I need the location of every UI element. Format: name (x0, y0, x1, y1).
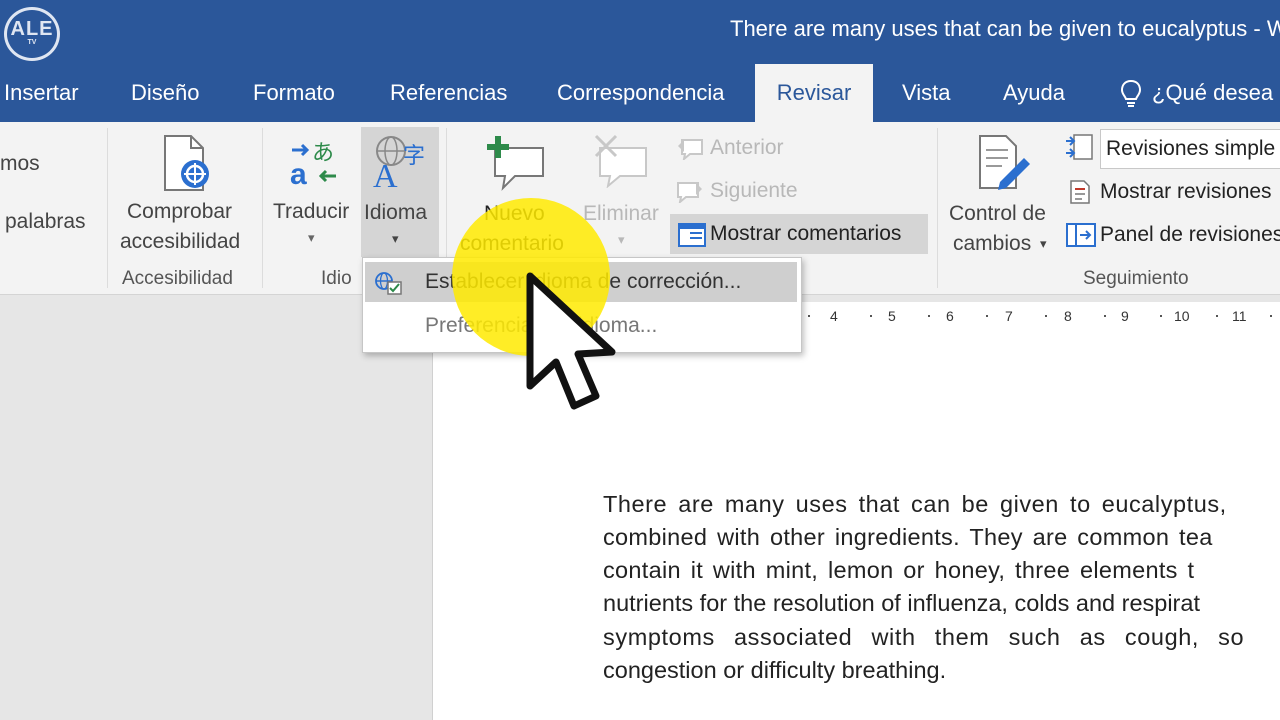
check-accessibility-label-2: accesibilidad (120, 230, 241, 253)
chevron-down-icon: ▾ (392, 231, 399, 246)
track-changes-label-1: Control de (949, 202, 1046, 225)
tab-formato[interactable]: Formato (253, 64, 335, 122)
ruler-tick: 5 (888, 308, 896, 324)
channel-logo: ALE TV (4, 7, 60, 61)
chevron-down-icon: ▾ (618, 232, 625, 247)
show-markup-button[interactable]: Mostrar revisiones (1064, 175, 1280, 211)
new-comment-icon (487, 136, 544, 191)
translate-icon: a あ (290, 141, 336, 190)
ruler-tick: 7 (1005, 308, 1013, 324)
tab-referencias[interactable]: Referencias (390, 64, 507, 122)
ruler-dot (870, 315, 872, 317)
previous-comment-button[interactable]: Anterior (674, 132, 844, 166)
ruler-tick: 6 (946, 308, 954, 324)
language-icon: A 字 (373, 136, 425, 189)
next-comment-button[interactable]: Siguiente (674, 175, 844, 209)
ruler-tick: 11 (1232, 308, 1247, 324)
mouse-pointer-icon (526, 272, 616, 410)
ruler-dot (1045, 315, 1047, 317)
revisions-display-select[interactable]: Revisiones simple (1100, 129, 1280, 169)
language-label: Idioma (364, 201, 428, 224)
svg-text:A: A (373, 158, 398, 189)
ruler-tick: 10 (1174, 308, 1190, 324)
ruler-tick: 8 (1064, 308, 1072, 324)
group-label-seguimiento: Seguimiento (1083, 268, 1189, 289)
group-divider (262, 128, 263, 288)
title-bar: ALE TV There are many uses that can be g… (0, 0, 1280, 64)
ribbon-partial-label-1[interactable]: mos (0, 152, 40, 176)
group-label-idioma: Idio (321, 268, 352, 289)
document-text-line[interactable]: nutrients for the resolution of influenz… (603, 590, 1200, 617)
svg-text:あ: あ (312, 141, 334, 166)
tab-diseno[interactable]: Diseño (131, 64, 199, 122)
display-for-review-icon (1066, 134, 1093, 160)
horizontal-ruler[interactable]: 4 5 6 7 8 9 10 11 (800, 302, 1280, 331)
tab-ayuda[interactable]: Ayuda (1003, 64, 1065, 122)
group-label-accesibilidad: Accesibilidad (122, 268, 233, 289)
show-comments-label: Mostrar comentarios (710, 222, 902, 245)
tab-revisar[interactable]: Revisar (755, 64, 873, 122)
lightbulb-icon (1120, 79, 1142, 107)
proofing-language-icon (375, 272, 402, 295)
ruler-dot (1216, 315, 1218, 317)
document-text-line[interactable]: contain it with mint, lemon or honey, th… (603, 557, 1194, 584)
show-markup-icon (1070, 180, 1090, 204)
delete-comment-label: Eliminar (583, 202, 659, 225)
svg-text:a: a (290, 158, 307, 190)
tab-insertar[interactable]: Insertar (4, 64, 79, 122)
ruler-dot (986, 315, 988, 317)
next-comment-label: Siguiente (710, 179, 798, 202)
translate-label: Traducir (273, 200, 350, 223)
group-divider (937, 128, 938, 288)
chevron-down-icon: ▾ (1040, 236, 1047, 251)
svg-text:字: 字 (403, 144, 425, 169)
delete-comment-icon (594, 134, 647, 188)
tab-vista[interactable]: Vista (902, 64, 951, 122)
accessibility-check-icon (164, 135, 209, 191)
revisions-display-value: Revisiones simple (1106, 137, 1276, 160)
show-comments-button[interactable]: Mostrar comentarios (670, 214, 928, 254)
track-changes-label-2: cambios (953, 232, 1032, 255)
ruler-dot (1160, 315, 1162, 317)
show-comments-icon (678, 223, 706, 247)
group-divider (107, 128, 108, 288)
chevron-down-icon: ▾ (308, 230, 315, 245)
reviewing-pane-label: Panel de revisiones (1100, 223, 1280, 246)
ruler-dot (1104, 315, 1106, 317)
document-text-line[interactable]: combined with other ingredients. They ar… (603, 524, 1213, 551)
check-accessibility-label-1: Comprobar (127, 200, 233, 223)
track-changes-icon (979, 135, 1030, 190)
previous-comment-icon (678, 139, 703, 160)
reviewing-pane-button[interactable]: Panel de revisiones (1064, 218, 1280, 254)
document-text-line[interactable]: There are many uses that can be given to… (603, 491, 1227, 518)
document-text-line[interactable]: congestion or difficulty breathing. (603, 657, 946, 684)
logo-text: ALE (10, 18, 54, 40)
tell-me-placeholder: ¿Qué desea h (1152, 80, 1280, 105)
document-text-line[interactable]: symptoms associated with them such as co… (603, 624, 1244, 651)
ruler-dot (808, 315, 810, 317)
ruler-tick: 9 (1121, 308, 1129, 324)
track-changes-button[interactable]: Control de cambios ▾ (944, 130, 1059, 262)
reviewing-pane-icon (1066, 223, 1096, 247)
show-markup-label: Mostrar revisiones (1100, 180, 1272, 203)
ruler-tick: 4 (830, 308, 838, 324)
logo-subtext: TV (27, 39, 37, 46)
ruler-dot (1270, 315, 1272, 317)
document-title: There are many uses that can be given to… (730, 16, 1280, 41)
previous-comment-label: Anterior (710, 136, 784, 159)
ribbon-partial-label-2[interactable]: palabras (5, 210, 86, 234)
translate-button[interactable]: a あ Traducir ▾ (268, 130, 358, 262)
next-comment-icon (677, 182, 702, 203)
ruler-dot (928, 315, 930, 317)
tell-me-search[interactable]: ¿Qué desea h (1118, 64, 1280, 122)
tab-correspondencia[interactable]: Correspondencia (557, 64, 725, 122)
language-button[interactable]: A 字 Idioma ▾ (361, 127, 439, 257)
check-accessibility-button[interactable]: Comprobar accesibilidad (115, 130, 255, 262)
